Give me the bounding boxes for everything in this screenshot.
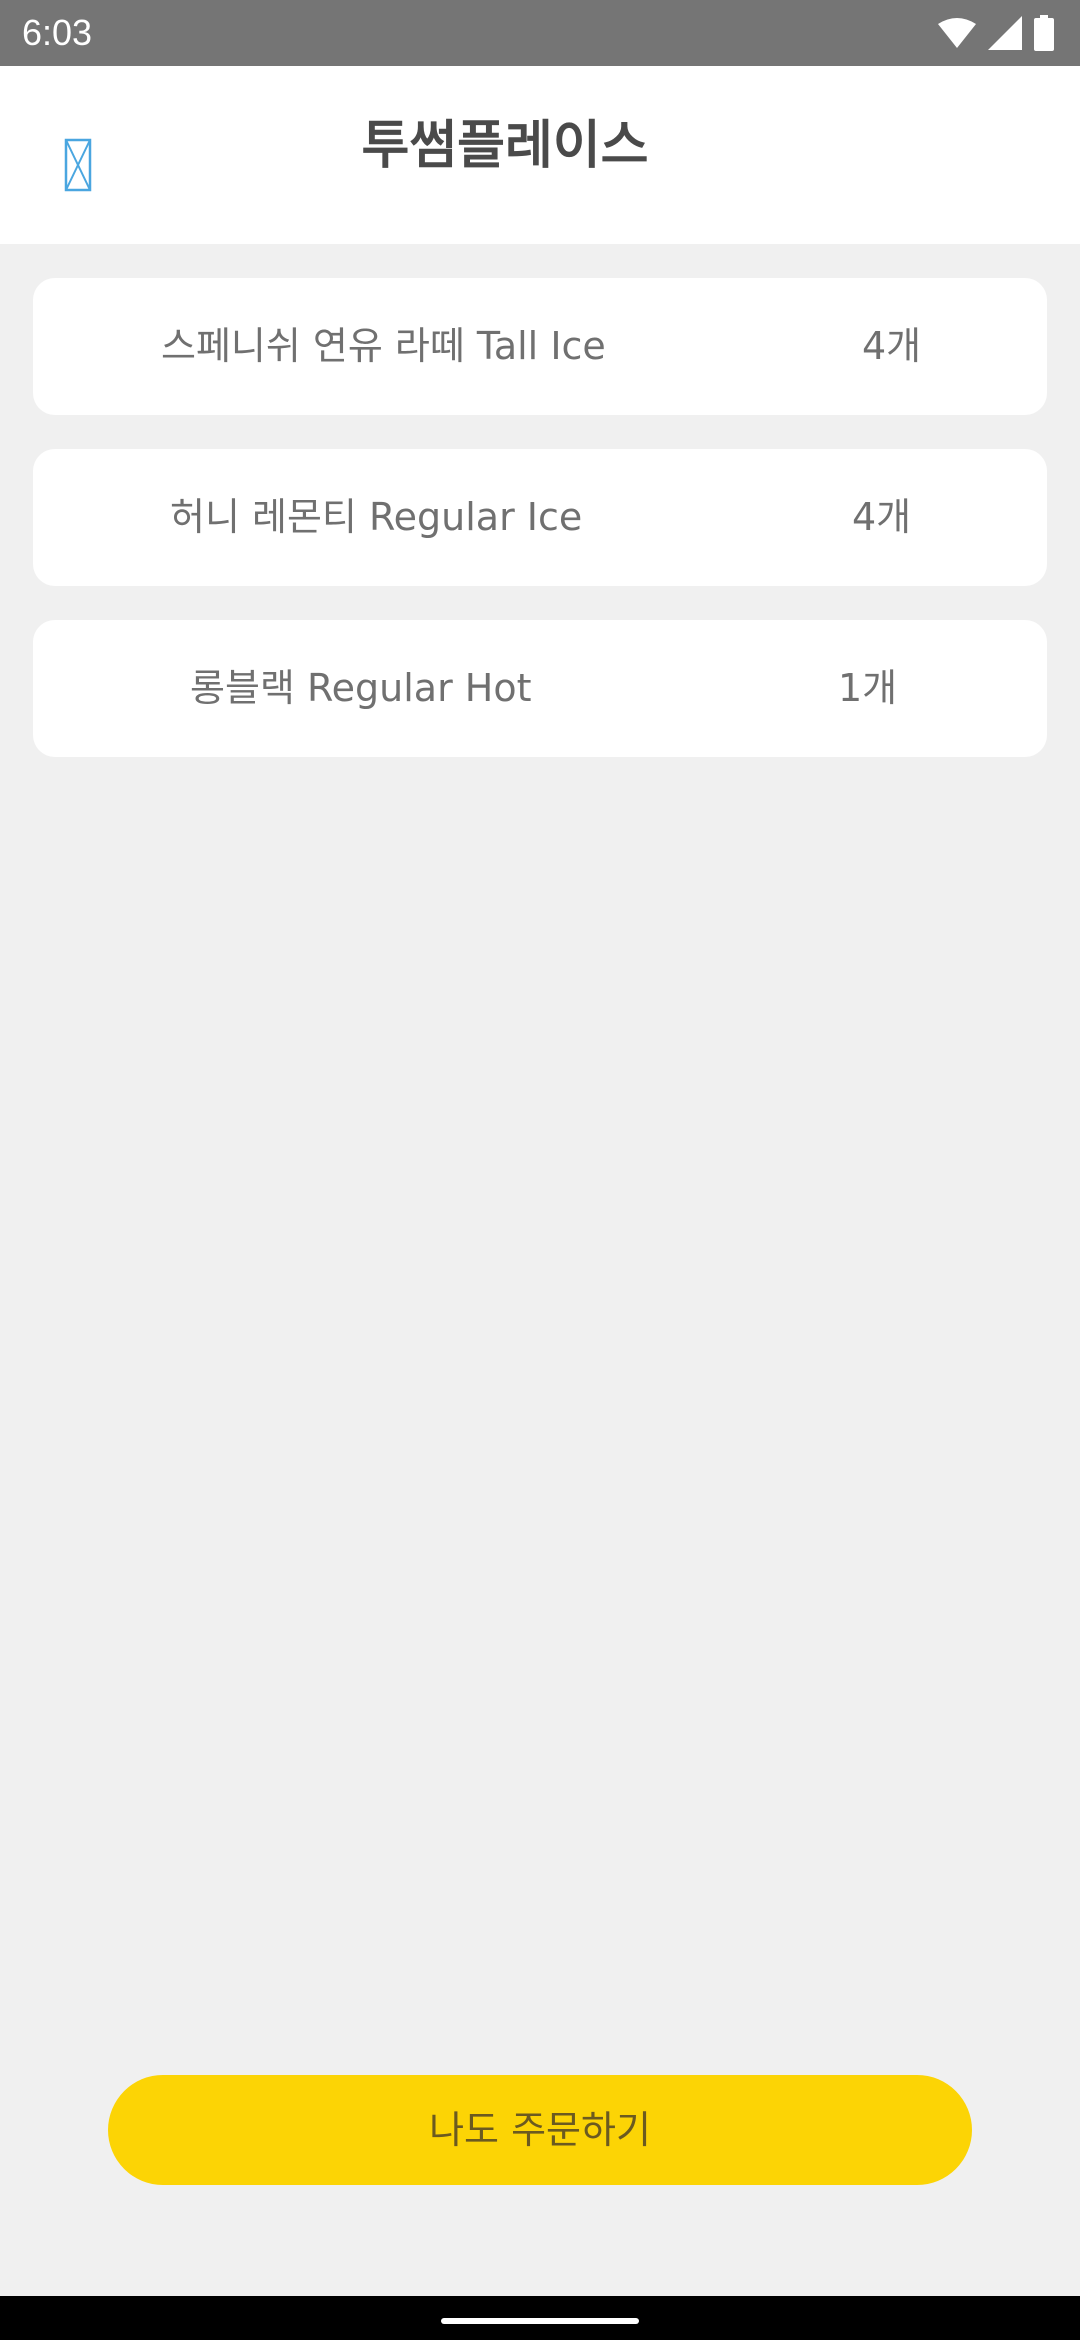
order-item-quantity: 4개 [852, 495, 912, 539]
battery-icon [1034, 15, 1054, 51]
status-bar: 6:03 [0, 0, 1080, 66]
status-icons [938, 14, 1054, 52]
order-item: 스페니쉬 연유 라떼 Tall Ice 4개 [33, 278, 1047, 415]
wifi-icon [938, 18, 976, 48]
page-title: 투썸플레이스 [361, 116, 649, 176]
home-indicator[interactable] [441, 2318, 639, 2324]
order-item-name: 롱블랙 Regular Hot [190, 666, 532, 710]
order-item-name: 스페니쉬 연유 라떼 Tall Ice [161, 324, 606, 368]
order-item-name: 허니 레몬티 Regular Ice [170, 495, 583, 539]
order-item-quantity: 1개 [838, 666, 898, 710]
navigation-bar [0, 2296, 1080, 2340]
app-header: 투썸플레이스 [0, 66, 1080, 244]
order-too-button[interactable]: 나도 주문하기 [108, 2075, 972, 2185]
order-item-quantity: 4개 [862, 324, 922, 368]
order-item: 허니 레몬티 Regular Ice 4개 [33, 449, 1047, 586]
order-item: 롱블랙 Regular Hot 1개 [33, 620, 1047, 757]
signal-icon [988, 16, 1022, 50]
status-time: 6:03 [22, 12, 93, 53]
order-list: 스페니쉬 연유 라떼 Tall Ice 4개 허니 레몬티 Regular Ic… [33, 278, 1047, 791]
